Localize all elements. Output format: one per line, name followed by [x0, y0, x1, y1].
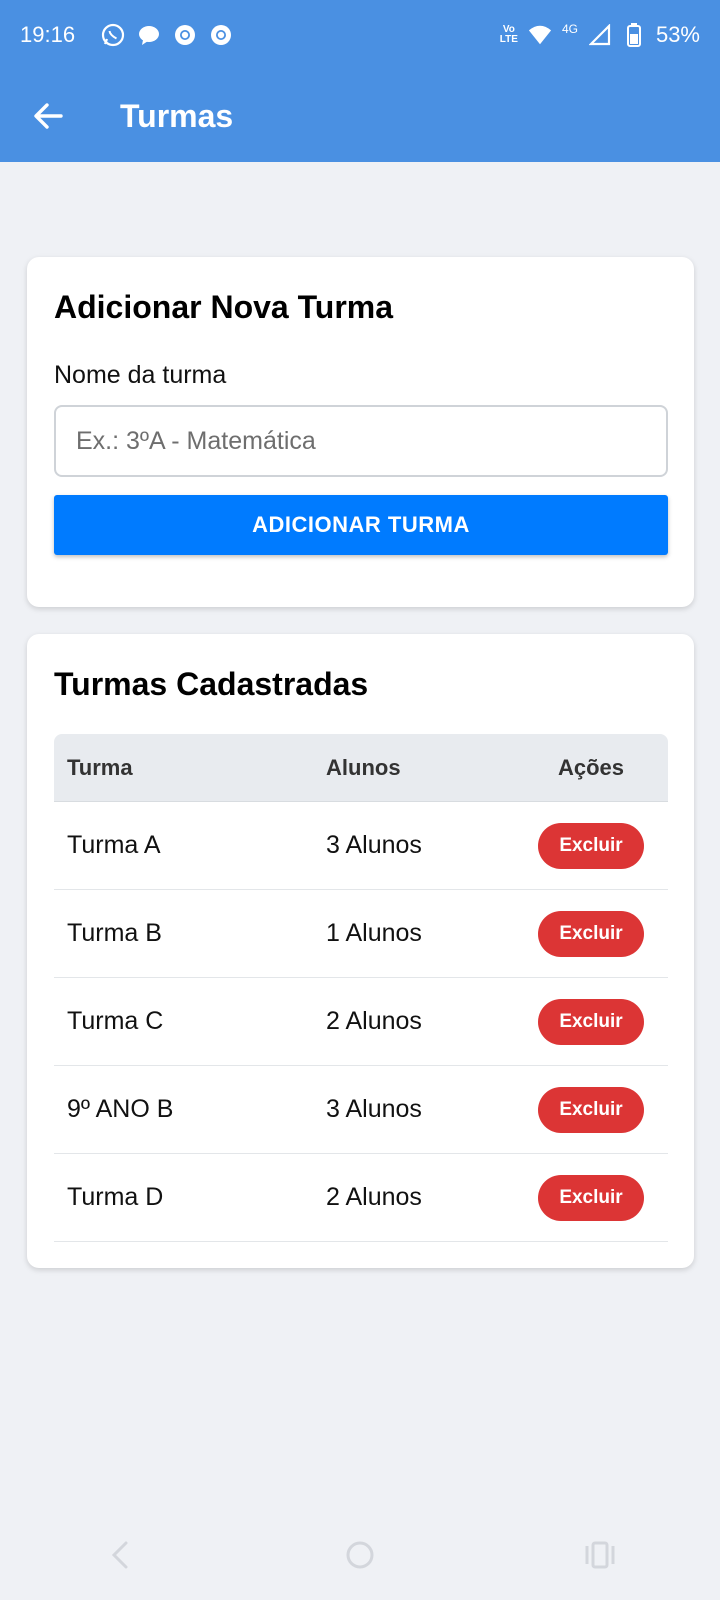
actions-cell: Excluir [514, 822, 668, 869]
actions-cell: Excluir [514, 1174, 668, 1221]
delete-button[interactable]: Excluir [538, 1086, 644, 1133]
table-row: 9º ANO B 3 Alunos Excluir [54, 1066, 668, 1154]
chrome-icon [209, 23, 233, 47]
whatsapp-icon [101, 23, 125, 47]
classes-table: Turma Alunos Ações Turma A 3 Alunos Excl… [54, 734, 668, 1242]
delete-button[interactable]: Excluir [538, 1174, 644, 1221]
nav-back-button[interactable] [90, 1525, 150, 1585]
signal-icon [588, 23, 612, 47]
system-icons: Vo LTE 4G 53% [500, 22, 700, 48]
add-class-title: Adicionar Nova Turma [54, 289, 394, 325]
registered-classes-title: Turmas Cadastradas [54, 666, 369, 702]
app-header: 19:16 Vo LTE 4G 53% Turmas [0, 0, 720, 162]
class-name-cell: Turma D [67, 1183, 164, 1211]
battery-percentage: 53% [655, 22, 700, 47]
chrome-icon [173, 23, 197, 47]
class-name-cell: Turma C [67, 1007, 164, 1035]
registered-classes-card: Turmas Cadastradas Turma Alunos Ações Tu… [27, 634, 694, 1268]
student-count-cell: 2 Alunos [326, 1007, 422, 1035]
network-type: 4G [561, 22, 578, 36]
page-title: Turmas [120, 97, 234, 134]
student-count-cell: 1 Alunos [326, 919, 422, 947]
table-row: Turma B 1 Alunos Excluir [54, 890, 668, 978]
home-circle-icon [346, 1541, 374, 1569]
back-button[interactable] [0, 78, 96, 154]
column-header-alunos: Alunos [326, 754, 401, 780]
student-count-cell: 2 Alunos [326, 1183, 422, 1211]
nav-recents-button[interactable] [570, 1525, 630, 1585]
notification-icons [101, 23, 233, 47]
class-name-label: Nome da turma [54, 361, 227, 389]
recents-icon [585, 1541, 615, 1569]
column-header-acoes: Ações [557, 754, 625, 780]
chevron-left-icon [111, 1541, 128, 1569]
battery-icon [622, 23, 646, 47]
app-bar: Turmas [0, 78, 720, 154]
add-class-card: Adicionar Nova Turma Nome da turma ADICI… [27, 257, 694, 607]
class-name-input[interactable] [54, 405, 668, 477]
student-count-cell: 3 Alunos [326, 831, 422, 859]
actions-cell: Excluir [514, 1086, 668, 1133]
chat-bubble-icon [137, 23, 161, 47]
class-name-cell: Turma A [67, 831, 161, 859]
status-bar: 19:16 Vo LTE 4G 53% [0, 0, 720, 70]
delete-button[interactable]: Excluir [538, 910, 644, 957]
add-class-button[interactable]: ADICIONAR TURMA [54, 495, 668, 555]
column-header-turma: Turma [67, 754, 133, 780]
actions-cell: Excluir [514, 910, 668, 957]
system-navigation-bar [0, 1510, 720, 1600]
delete-button[interactable]: Excluir [538, 998, 644, 1045]
delete-button[interactable]: Excluir [538, 822, 644, 869]
actions-cell: Excluir [514, 998, 668, 1045]
wifi-icon [528, 23, 552, 47]
class-name-cell: Turma B [67, 919, 162, 947]
table-row: Turma C 2 Alunos Excluir [54, 978, 668, 1066]
student-count-cell: 3 Alunos [326, 1095, 422, 1123]
table-header: Turma Alunos Ações [54, 734, 668, 802]
class-name-cell: 9º ANO B [67, 1095, 174, 1123]
arrow-left-icon [34, 103, 63, 129]
status-time: 19:16 [20, 22, 76, 47]
volte-indicator: Vo LTE [499, 24, 518, 45]
nav-home-button[interactable] [330, 1525, 390, 1585]
table-row: Turma A 3 Alunos Excluir [54, 802, 668, 890]
table-row: Turma D 2 Alunos Excluir [54, 1154, 668, 1242]
